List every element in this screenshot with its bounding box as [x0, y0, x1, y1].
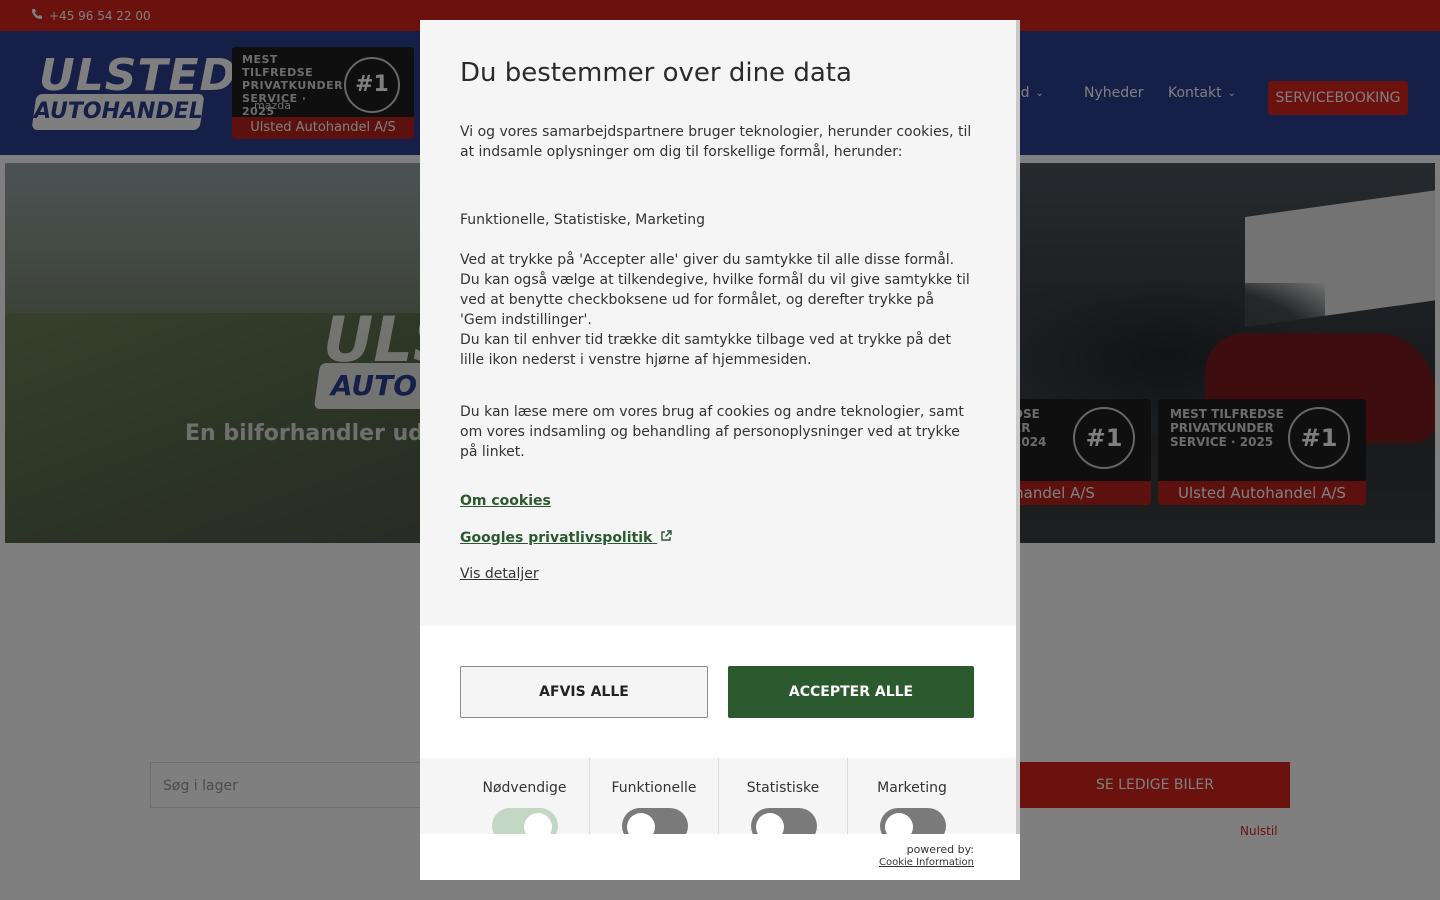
accept-all-button[interactable]: ACCEPTER ALLE	[728, 666, 974, 718]
toggle-label: Nødvendige	[482, 780, 567, 796]
consent-title: Du bestemmer over dine data	[460, 58, 852, 88]
consent-toggles: Nødvendige Funktionelle Statistiske Mark…	[460, 758, 976, 844]
link-google-privacy-label: Googles privatlivspolitik	[460, 530, 653, 546]
cookie-consent-dialog: Du bestemmer over dine data Vi og vores …	[420, 20, 1020, 880]
consent-read-more: Du kan læse mere om vores brug af cookie…	[460, 404, 964, 460]
toggle-label: Funktionelle	[611, 780, 697, 796]
external-link-icon	[660, 530, 672, 546]
consent-actions: AFVIS ALLE ACCEPTER ALLE	[420, 626, 1016, 758]
decline-all-button[interactable]: AFVIS ALLE	[460, 666, 708, 718]
consent-accept-info: Ved at trykke på 'Accepter alle' giver d…	[460, 252, 970, 328]
link-vis-detaljer[interactable]: Vis detaljer	[460, 566, 539, 582]
toggle-marketing: Marketing	[847, 758, 976, 844]
consent-withdraw-info: Du kan til enhver tid trække dit samtykk…	[460, 332, 951, 368]
toggle-label: Marketing	[877, 780, 947, 796]
powered-by: powered by: Cookie Information	[879, 843, 974, 869]
cookie-information-link[interactable]: Cookie Information	[879, 856, 974, 869]
link-om-cookies[interactable]: Om cookies	[460, 493, 551, 509]
consent-purposes: Funktionelle, Statistiske, Marketing	[460, 212, 706, 228]
toggle-nodvendige: Nødvendige	[460, 758, 589, 844]
toggle-statistiske: Statistiske	[718, 758, 847, 844]
toggle-label: Statistiske	[746, 780, 820, 796]
consent-intro: Vi og vores samarbejdspartnere bruger te…	[460, 124, 972, 160]
powered-by-label: powered by:	[906, 843, 974, 856]
dialog-scrollbar[interactable]	[1016, 20, 1020, 842]
toggle-funktionelle: Funktionelle	[589, 758, 718, 844]
link-google-privacy[interactable]: Googles privatlivspolitik	[460, 530, 672, 546]
